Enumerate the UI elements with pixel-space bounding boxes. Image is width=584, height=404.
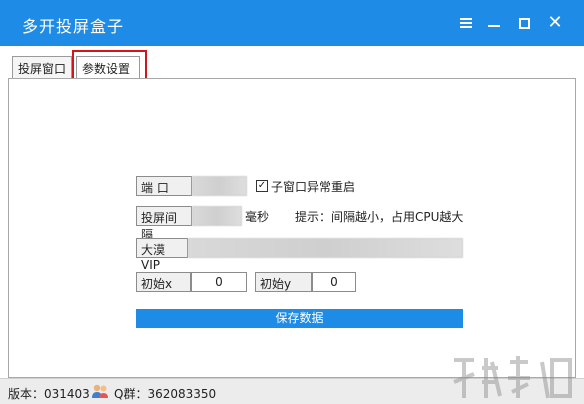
settings-panel: 端 口 ✓ 子窗口异常重启 投屏间隔 毫秒 提示：间隔越小，占用CPU越大 大漠… bbox=[8, 78, 576, 378]
restart-checkbox[interactable]: ✓ bbox=[256, 180, 268, 192]
qq-group-icon bbox=[92, 384, 108, 398]
check-icon: ✓ bbox=[257, 180, 267, 191]
hamburger-icon[interactable] bbox=[456, 13, 476, 33]
tab-screen-windows[interactable]: 投屏窗口 bbox=[12, 56, 72, 78]
init-y-label: 初始y bbox=[255, 272, 312, 292]
interval-label: 投屏间隔 bbox=[136, 206, 192, 242]
watermark-logo bbox=[453, 356, 572, 399]
version-text: 版本：031403 bbox=[8, 387, 90, 401]
restart-checkbox-label: 子窗口异常重启 bbox=[271, 180, 356, 194]
interval-input[interactable] bbox=[192, 206, 242, 226]
vip-input[interactable] bbox=[188, 238, 463, 258]
main-frame: 投屏窗口 参数设置 端 口 ✓ 子窗口异常重启 投屏间隔 毫秒 提示：间隔越小，… bbox=[0, 46, 584, 404]
close-icon[interactable]: ✕ bbox=[545, 13, 565, 33]
close-glyph: ✕ bbox=[547, 12, 563, 33]
init-x-input[interactable]: 0 bbox=[191, 272, 247, 292]
vip-label: 大漠VIP bbox=[136, 238, 188, 272]
init-y-input[interactable]: 0 bbox=[312, 272, 356, 292]
interval-unit: 毫秒 bbox=[245, 210, 270, 224]
minimize-icon[interactable] bbox=[484, 13, 504, 33]
window-title: 多开投屏盒子 bbox=[22, 17, 125, 36]
maximize-icon[interactable] bbox=[514, 13, 534, 33]
interval-hint: 提示：间隔越小，占用CPU越大 bbox=[295, 210, 464, 224]
title-bar: 多开投屏盒子 ✕ bbox=[0, 0, 584, 46]
port-input[interactable] bbox=[192, 176, 247, 196]
port-label: 端 口 bbox=[136, 176, 192, 196]
save-button[interactable]: 保存数据 bbox=[136, 309, 463, 328]
init-x-label: 初始x bbox=[136, 272, 191, 292]
qq-group-text: Q群：362083350 bbox=[114, 387, 217, 401]
